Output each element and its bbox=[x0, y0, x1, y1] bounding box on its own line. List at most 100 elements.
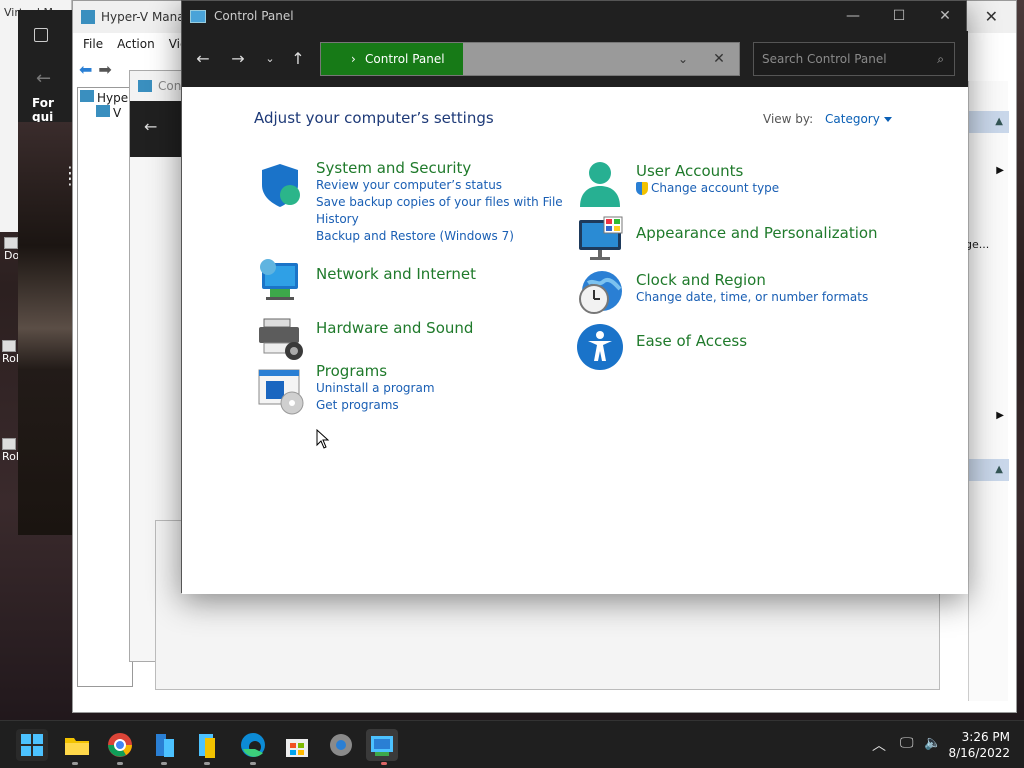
programs-icon[interactable] bbox=[256, 367, 304, 415]
tree-item-label: Hype bbox=[97, 91, 129, 105]
start-icon bbox=[21, 734, 43, 756]
search-icon[interactable]: ⌕ bbox=[937, 43, 944, 75]
tree-item[interactable]: Hype bbox=[80, 90, 130, 105]
store-button[interactable] bbox=[281, 729, 313, 761]
category-link[interactable]: Get programs bbox=[316, 397, 566, 414]
chevron-down-icon[interactable]: ⌄ bbox=[673, 43, 693, 75]
category-title[interactable]: User Accounts bbox=[636, 162, 896, 180]
category-text-network-and-internet: Network and Internet bbox=[316, 265, 476, 283]
clock[interactable]: 3:26 PM 8/16/2022 bbox=[948, 729, 1010, 761]
breadcrumb[interactable]: › Control Panel bbox=[321, 43, 463, 75]
content-area: Adjust your computer’s settings View by:… bbox=[182, 87, 968, 594]
view-by-value: Category bbox=[825, 112, 880, 126]
category-title[interactable]: Programs bbox=[316, 362, 566, 380]
desktop-icon[interactable]: Rol bbox=[2, 438, 19, 463]
document-icon bbox=[2, 438, 16, 450]
category-title[interactable]: System and Security bbox=[316, 159, 566, 177]
edge-icon bbox=[241, 733, 265, 757]
mouse-cursor-icon bbox=[316, 429, 330, 449]
category-title[interactable]: Hardware and Sound bbox=[316, 319, 473, 337]
category-link[interactable]: Backup and Restore (Windows 7) bbox=[316, 228, 566, 245]
view-by-dropdown[interactable]: Category bbox=[825, 112, 892, 126]
network-icon[interactable]: 🖵 bbox=[900, 735, 914, 751]
back-arrow-icon[interactable]: ← bbox=[36, 68, 51, 89]
user-icon[interactable] bbox=[576, 159, 624, 207]
taskbar: ︿ 🖵 🔈 3:26 PM 8/16/2022 bbox=[0, 720, 1024, 768]
category-text-user-accounts: User Accounts Change account type bbox=[636, 162, 896, 197]
category-link[interactable]: Save backup copies of your files with Fi… bbox=[316, 194, 566, 211]
up-arrow-icon[interactable]: ↑ bbox=[284, 47, 312, 71]
category-link[interactable]: Change date, time, or number formats bbox=[636, 289, 896, 306]
category-link[interactable]: History bbox=[316, 211, 566, 228]
store-icon bbox=[286, 739, 308, 757]
action-label[interactable]: ge... bbox=[965, 238, 989, 251]
back-arrow-icon[interactable]: ⬅ bbox=[79, 60, 92, 79]
category-text-hardware-and-sound: Hardware and Sound bbox=[316, 319, 473, 337]
menu-action[interactable]: Action bbox=[117, 37, 155, 51]
control-panel-window[interactable]: Control Panel — ☐ ✕ ← → ⌄ ↑ › Control Pa… bbox=[181, 0, 968, 594]
server-manager-button[interactable] bbox=[148, 729, 180, 761]
network-icon[interactable] bbox=[256, 257, 304, 305]
address-bar[interactable]: › Control Panel ⌄ ✕ bbox=[320, 42, 740, 76]
category-title[interactable]: Network and Internet bbox=[316, 265, 476, 283]
forward-arrow-icon[interactable]: → bbox=[224, 47, 252, 71]
back-arrow-icon[interactable]: ← bbox=[144, 117, 157, 136]
window-icon bbox=[34, 28, 48, 42]
desktop-icon[interactable]: Do bbox=[4, 237, 19, 262]
control-panel-button[interactable] bbox=[366, 729, 398, 761]
window-title: Control Panel bbox=[214, 9, 294, 23]
category-text-ease-of-access: Ease of Access bbox=[636, 332, 747, 350]
menu-file[interactable]: File bbox=[83, 37, 103, 51]
accessibility-icon[interactable] bbox=[576, 323, 624, 371]
settings-button[interactable] bbox=[325, 729, 357, 761]
tree-item[interactable]: V bbox=[80, 105, 130, 120]
chrome-button[interactable] bbox=[104, 729, 136, 761]
monitor-icon[interactable] bbox=[576, 215, 624, 263]
clock-globe-icon[interactable] bbox=[576, 269, 624, 317]
shield-icon[interactable] bbox=[256, 161, 304, 209]
category-text-clock-and-region: Clock and Region Change date, time, or n… bbox=[636, 271, 896, 306]
start-button[interactable] bbox=[16, 729, 48, 761]
navigation-tree: Hype V bbox=[77, 87, 133, 687]
expand-icon[interactable]: ▶ bbox=[996, 165, 1004, 176]
collapse-icon[interactable]: ▲ bbox=[995, 116, 1003, 127]
minimize-icon[interactable]: — bbox=[830, 1, 876, 31]
maximize-icon[interactable]: ☐ bbox=[876, 1, 922, 31]
window-title: Con bbox=[158, 79, 182, 93]
chrome-icon bbox=[108, 733, 132, 757]
printer-icon[interactable] bbox=[256, 313, 304, 361]
category-title[interactable]: Clock and Region bbox=[636, 271, 896, 289]
close-icon[interactable]: ✕ bbox=[985, 7, 998, 26]
category-link[interactable]: Review your computer’s status bbox=[316, 177, 566, 194]
desktop-icon[interactable]: Rol bbox=[2, 340, 19, 365]
clock-time: 3:26 PM bbox=[961, 730, 1010, 744]
file-explorer-button[interactable] bbox=[61, 729, 93, 761]
clear-icon[interactable]: ✕ bbox=[709, 43, 729, 75]
control-panel-icon bbox=[371, 736, 393, 756]
edge-button[interactable] bbox=[237, 729, 269, 761]
tree-item-label: V bbox=[113, 106, 122, 120]
uac-shield-icon bbox=[636, 182, 648, 195]
back-arrow-icon[interactable]: ← bbox=[189, 47, 217, 71]
collapse-icon[interactable]: ▲ bbox=[995, 464, 1003, 475]
category-link-label: Change account type bbox=[651, 181, 780, 195]
category-link-with-shield[interactable]: Change account type bbox=[636, 180, 896, 197]
running-indicator bbox=[161, 762, 167, 765]
show-hidden-icons-icon[interactable]: ︿ bbox=[872, 735, 886, 755]
recent-locations-icon[interactable]: ⌄ bbox=[256, 47, 284, 71]
search-input[interactable]: Search Control Panel ⌕ bbox=[753, 42, 955, 76]
category-title[interactable]: Appearance and Personalization bbox=[636, 224, 878, 242]
close-icon[interactable]: ✕ bbox=[922, 1, 968, 31]
volume-icon[interactable]: 🔈 bbox=[924, 735, 941, 751]
hyperv-button[interactable] bbox=[191, 729, 223, 761]
expand-icon[interactable]: ▶ bbox=[996, 410, 1004, 421]
category-text-system-and-security: System and Security Review your computer… bbox=[316, 159, 566, 245]
address-toolbar: ← → ⌄ ↑ › Control Panel ⌄ ✕ Search Contr… bbox=[182, 31, 968, 87]
forward-arrow-icon[interactable]: ➡ bbox=[98, 60, 111, 79]
category-title[interactable]: Ease of Access bbox=[636, 332, 747, 350]
category-link[interactable]: Uninstall a program bbox=[316, 380, 566, 397]
background-window-dark[interactable]: ← For qui ⋮ ⋮ bbox=[18, 10, 78, 535]
hyperv-icon bbox=[199, 734, 215, 758]
page-title: Adjust your computer’s settings bbox=[254, 109, 494, 127]
document-icon bbox=[4, 237, 18, 249]
